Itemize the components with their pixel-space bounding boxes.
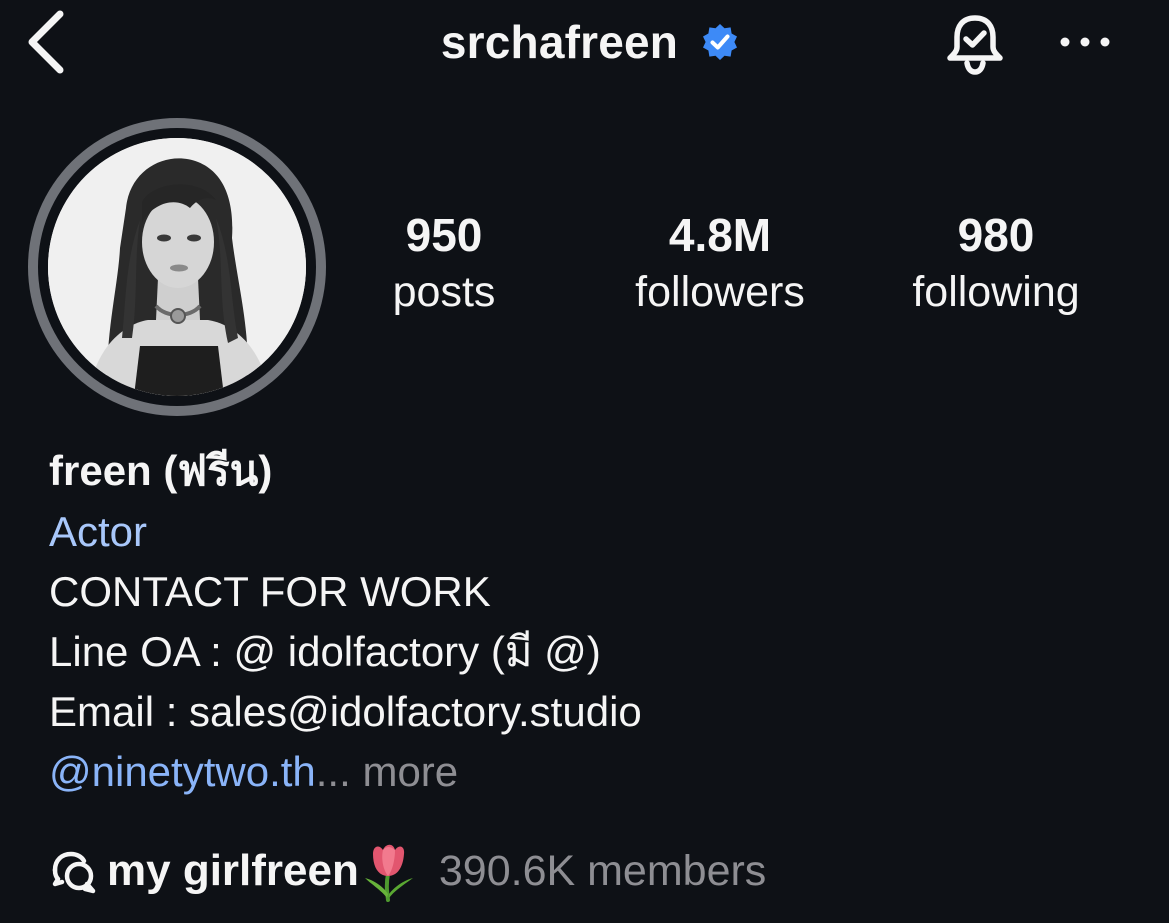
back-button[interactable] — [22, 6, 78, 74]
bio-more-button[interactable]: more — [362, 748, 458, 795]
chevron-left-icon — [28, 10, 64, 74]
bio-line: Email : sales@idolfactory.studio — [49, 688, 642, 735]
channel-members-count: 390.6K members — [438, 846, 767, 895]
profile-category: Actor — [49, 508, 148, 555]
avatar-photo — [48, 138, 306, 396]
followers-count: 4.8M — [668, 209, 772, 261]
broadcast-channel-link[interactable]: my girlfreen 390.6K members — [49, 838, 766, 904]
profile-screen: srchafreen 950 posts 4.8M followers 980 … — [0, 0, 1169, 923]
posts-label: posts — [392, 268, 496, 316]
profile-avatar[interactable] — [28, 118, 326, 416]
following-label: following — [912, 268, 1080, 316]
more-options-button[interactable] — [1055, 22, 1115, 62]
channel-name: my girlfreen — [107, 846, 359, 895]
bio-line: CONTACT FOR WORK — [49, 568, 491, 615]
bio-ellipsis: ... — [315, 748, 351, 795]
tulip-icon — [364, 844, 413, 902]
following-count: 980 — [957, 209, 1035, 261]
followers-label: followers — [635, 268, 805, 316]
avatar-portrait — [48, 138, 306, 396]
verified-badge-icon — [703, 24, 738, 60]
bio-line: Line OA : @ idolfactory (มี @) — [49, 628, 601, 675]
display-name: freen (ฟรีน) — [49, 447, 273, 494]
profile-username: srchafreen — [440, 16, 679, 68]
bell-check-icon — [947, 15, 1003, 75]
bio-last-line: @ninetytwo.th... more — [49, 742, 1149, 802]
following-stat[interactable]: 980 following — [876, 205, 1116, 319]
chat-bubbles-icon — [52, 851, 96, 894]
posts-stat[interactable]: 950 posts — [324, 205, 564, 319]
followers-stat[interactable]: 4.8M followers — [600, 205, 840, 319]
more-horizontal-icon — [1060, 37, 1110, 47]
bio-mention-link[interactable]: @ninetytwo.th — [49, 748, 316, 795]
notifications-button[interactable] — [940, 12, 1010, 76]
profile-bio: freen (ฟรีน) Actor CONTACT FOR WORK Line… — [49, 440, 1149, 802]
posts-count: 950 — [405, 209, 483, 261]
